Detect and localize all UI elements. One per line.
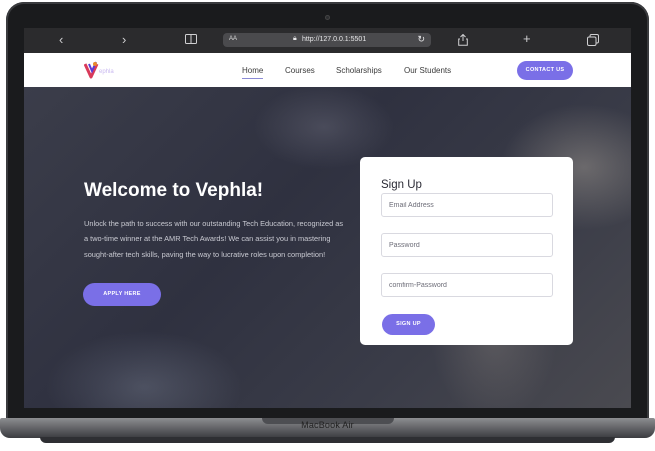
confirm-password-field[interactable]	[381, 273, 553, 297]
browser-toolbar: ‹ › AA 🔒︎ http://127.0.0.1:5501 ↻ +	[24, 28, 631, 53]
text-size-button[interactable]: AA	[229, 36, 237, 42]
hero-section: Welcome to Vephla! Unlock the path to su…	[24, 87, 631, 408]
address-bar[interactable]: AA 🔒︎ http://127.0.0.1:5501 ↻	[223, 33, 431, 47]
laptop-foot	[40, 437, 615, 443]
nav-link-home[interactable]: Home	[242, 66, 264, 79]
share-icon[interactable]	[458, 33, 468, 49]
chevron-right-icon[interactable]: ›	[122, 33, 126, 47]
model-label: MacBook Air	[301, 420, 354, 430]
reload-icon[interactable]: ↻	[417, 34, 425, 45]
nav-link-scholarships[interactable]: Scholarships	[336, 66, 382, 75]
signup-card: Sign Up SIGN UP	[360, 157, 573, 345]
contact-us-button[interactable]: CONTACT US	[517, 61, 573, 80]
plus-icon[interactable]: +	[523, 32, 531, 46]
browser-screen: ‹ › AA 🔒︎ http://127.0.0.1:5501 ↻ + ephl…	[24, 28, 631, 408]
signup-title: Sign Up	[381, 179, 422, 191]
lock-icon: 🔒︎	[293, 35, 297, 42]
camera-icon	[325, 15, 330, 20]
nav-link-our-students[interactable]: Our Students	[404, 66, 451, 75]
nav-link-courses[interactable]: Courses	[285, 66, 315, 75]
password-field[interactable]	[381, 233, 553, 257]
tabs-icon[interactable]	[587, 34, 599, 49]
chevron-left-icon[interactable]: ‹	[59, 33, 63, 47]
svg-text:ephla: ephla	[99, 69, 114, 75]
email-field[interactable]	[381, 193, 553, 217]
site-navbar: ephla Home Courses Scholarships Our Stud…	[24, 53, 631, 87]
vephla-logo[interactable]: ephla	[83, 61, 124, 79]
hero-title: Welcome to Vephla!	[84, 180, 264, 201]
sign-up-button[interactable]: SIGN UP	[382, 314, 435, 335]
hero-description: Unlock the path to success with our outs…	[84, 219, 344, 259]
apply-here-button[interactable]: APPLY HERE	[83, 283, 161, 306]
url-text[interactable]: http://127.0.0.1:5501	[302, 36, 366, 43]
book-icon[interactable]	[185, 34, 197, 49]
